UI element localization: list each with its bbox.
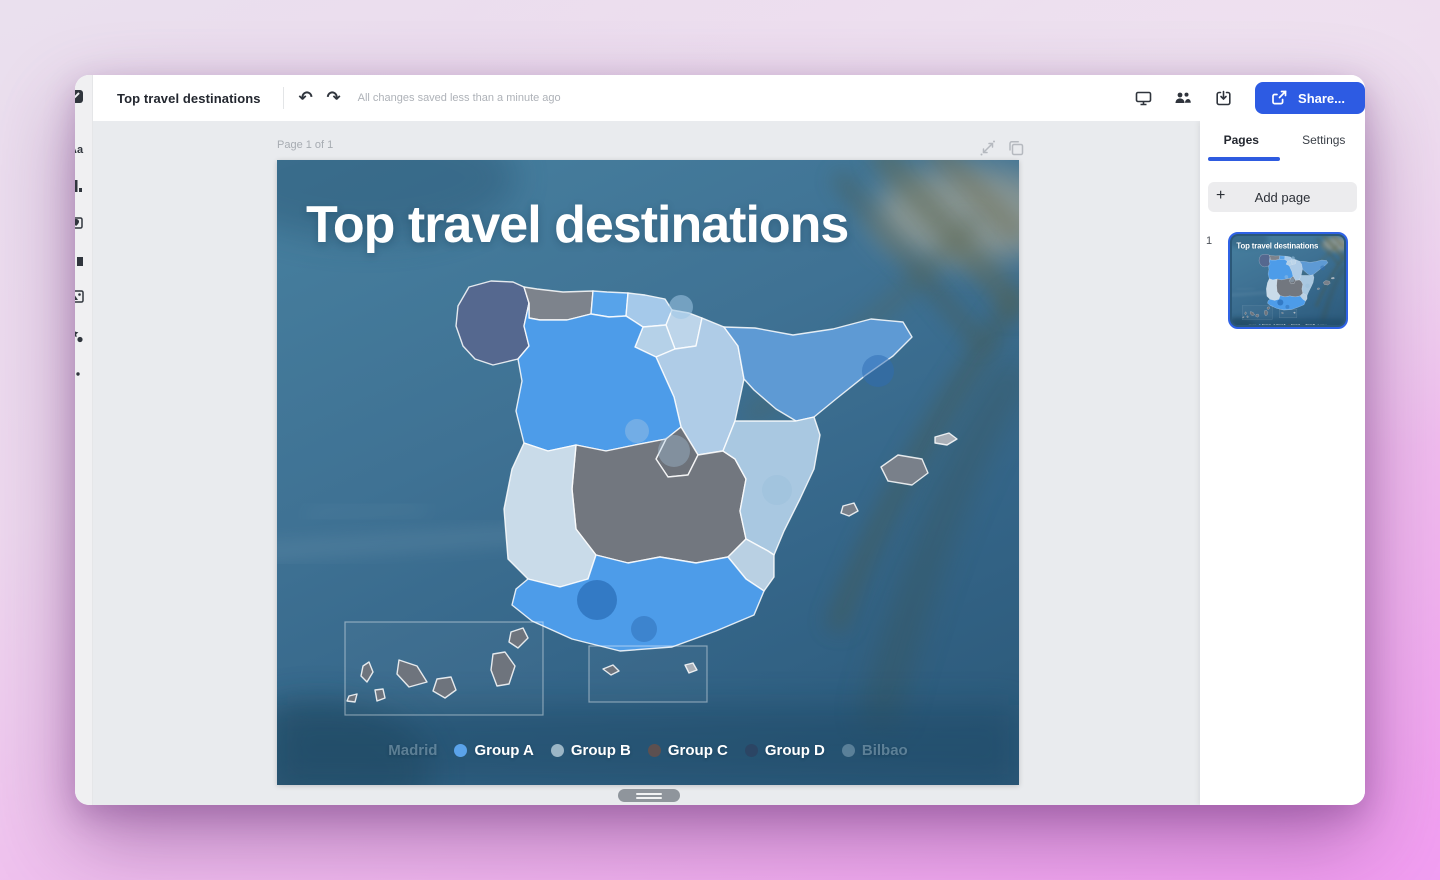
resize-page-icon[interactable] [979, 139, 997, 157]
map-bubble [631, 616, 657, 642]
canvas-area: Page 1 of 1 [93, 121, 1200, 805]
map-bubble [1305, 284, 1310, 289]
page-number: 1 [1206, 235, 1212, 247]
legend-dot [1259, 324, 1261, 325]
map-bubble [762, 475, 792, 505]
svg-text:Aa: Aa [75, 144, 84, 156]
map-region-menorca[interactable] [1331, 277, 1334, 279]
legend-item: Group A [1259, 324, 1271, 325]
duplicate-page-icon[interactable] [1007, 139, 1025, 157]
ceuta-melilla-inset-box [1279, 309, 1297, 317]
divider [283, 87, 284, 109]
tab-settings[interactable]: Settings [1283, 121, 1366, 159]
map-bubble [1285, 275, 1289, 279]
map-bubble [669, 295, 693, 319]
page-resize-handle[interactable] [618, 789, 680, 802]
map-region-menorca[interactable] [935, 433, 957, 445]
page-thumbnail-canvas: Top travel destinations Madrid Group A G… [1232, 236, 1344, 325]
download-button[interactable] [1209, 84, 1237, 112]
legend-dot [551, 744, 564, 757]
collaborate-button[interactable] [1169, 84, 1197, 112]
legend-item: Group C [1288, 324, 1300, 325]
interactive-tool-icon[interactable] [75, 328, 89, 344]
map-region-ibiza[interactable] [841, 503, 858, 516]
plus-icon: + [1216, 187, 1240, 205]
shape-tool-icon[interactable] [75, 252, 89, 268]
map-region-galicia[interactable] [1259, 254, 1270, 267]
page-indicator: Page 1 of 1 [277, 139, 333, 151]
legend-dot [454, 744, 467, 757]
map-bubble [1291, 256, 1295, 260]
top-bar: Top travel destinations ↶ ↷ All changes … [93, 75, 1365, 121]
map-region-mallorca[interactable] [881, 455, 928, 485]
legend-item: Group D [1303, 324, 1315, 325]
map-bubble [625, 419, 649, 443]
text-tool-icon[interactable]: Aa [75, 141, 89, 157]
share-button[interactable]: Share... [1255, 82, 1365, 114]
map-bubble [1320, 265, 1325, 270]
map-bubble [577, 580, 617, 620]
right-panel: Pages Settings + Add page 1 [1200, 121, 1365, 805]
legend-dot [1288, 324, 1290, 325]
page-title[interactable]: Top travel destinations [1236, 242, 1342, 250]
legend-item: Group B [551, 742, 631, 759]
legend-dot [1303, 324, 1305, 325]
left-toolbar: Aa [75, 75, 93, 805]
page[interactable]: Top travel destinations Madrid Group A G… [277, 160, 1019, 785]
image-tool-icon[interactable] [75, 289, 89, 305]
redo-button[interactable]: ↷ [320, 84, 348, 112]
save-status: All changes saved less than a minute ago [358, 92, 561, 104]
legend-item: Group D [745, 742, 825, 759]
map-region-asturias[interactable] [1269, 255, 1279, 260]
legend-dot [1273, 324, 1275, 325]
legend-dot [745, 744, 758, 757]
ceuta-melilla-inset-box [589, 646, 707, 702]
map-bubble [658, 435, 690, 467]
page[interactable]: Top travel destinations Madrid Group A G… [1232, 236, 1344, 325]
map-bubble [1277, 299, 1283, 305]
share-icon [1271, 90, 1288, 106]
legend-item: Group B [1273, 324, 1285, 325]
legend-ghost-label: Bilbao [842, 742, 908, 759]
map-legend[interactable]: Madrid Group A Group B Group C Group D B… [1232, 324, 1344, 325]
document-title[interactable]: Top travel destinations [117, 91, 261, 106]
chart-tool-icon[interactable] [75, 178, 89, 194]
map-bubble [862, 355, 894, 387]
map-region-cantabria[interactable] [591, 291, 628, 317]
tab-pages[interactable]: Pages [1200, 121, 1283, 159]
map-bubble [1285, 305, 1289, 309]
map-region-cantabria[interactable] [1279, 256, 1285, 260]
panel-tabs: Pages Settings [1200, 121, 1365, 159]
map-region-mallorca[interactable] [1323, 281, 1330, 286]
legend-ghost-label: Madrid [388, 742, 437, 759]
share-label: Share... [1298, 91, 1345, 106]
more-tools-icon[interactable] [75, 366, 89, 382]
legend-item: Group C [648, 742, 728, 759]
app-window: Aa Top travel destinations ↶ ↷ All chang… [75, 75, 1365, 805]
map-region-asturias[interactable] [524, 287, 593, 320]
map-legend[interactable]: Madrid Group A Group B Group C Group D B… [277, 742, 1019, 759]
legend-dot [648, 744, 661, 757]
active-tab-underline [1208, 157, 1280, 161]
map-region-galicia[interactable] [456, 281, 529, 365]
app-logo-icon[interactable] [75, 89, 89, 105]
map-bubble [1290, 278, 1295, 283]
undo-button[interactable]: ↶ [292, 84, 320, 112]
page-title[interactable]: Top travel destinations [306, 198, 1006, 253]
legend-ghost-label: Bilbao [1317, 324, 1327, 325]
add-page-button[interactable]: + Add page [1208, 182, 1357, 212]
legend-item: Group A [454, 742, 533, 759]
present-button[interactable] [1129, 84, 1157, 112]
page-thumbnail[interactable]: Top travel destinations Madrid Group A G… [1228, 232, 1348, 329]
map-region-ibiza[interactable] [1317, 288, 1320, 290]
legend-ghost-label: Madrid [1249, 324, 1256, 325]
map-tool-icon[interactable] [75, 215, 89, 231]
